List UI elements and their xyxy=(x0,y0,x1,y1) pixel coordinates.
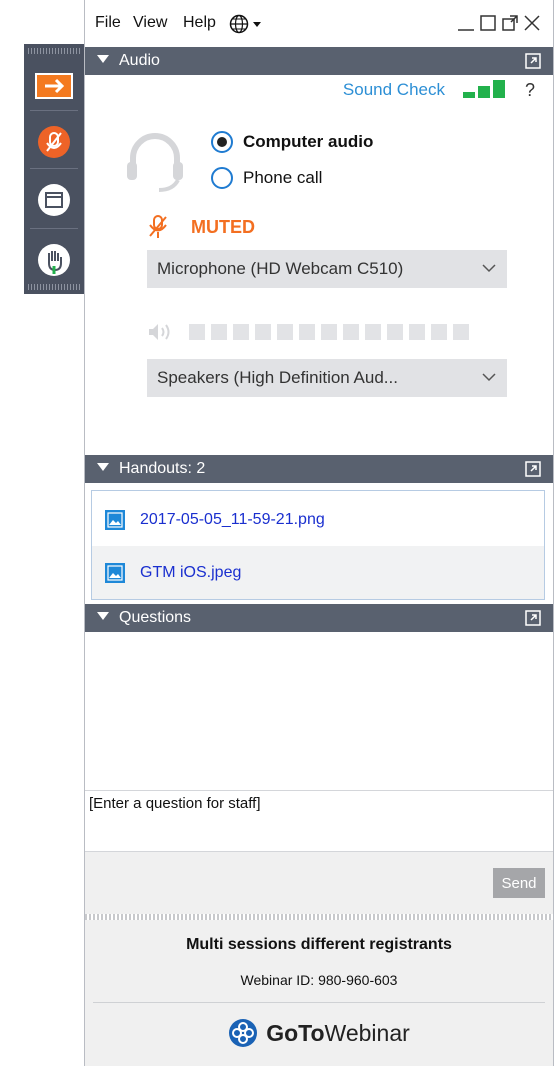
audio-header-title: Audio xyxy=(119,52,160,69)
send-button[interactable]: Send xyxy=(493,868,545,898)
question-input[interactable]: [Enter a question for staff] xyxy=(85,790,553,852)
question-input-placeholder: [Enter a question for staff] xyxy=(89,795,261,812)
phone-call-radio[interactable] xyxy=(211,167,233,189)
speaker-level-meter xyxy=(189,324,475,340)
close-icon xyxy=(524,15,540,31)
screen-view-button[interactable] xyxy=(24,170,84,230)
microphone-selected: Microphone (HD Webcam C510) xyxy=(157,259,404,278)
grab-tab-top-grip[interactable] xyxy=(28,48,80,54)
gotowebinar-logo-icon xyxy=(229,1019,258,1047)
popout-button[interactable] xyxy=(499,12,521,34)
chevron-down-icon xyxy=(482,264,496,273)
microphone-dropdown[interactable]: Microphone (HD Webcam C510) xyxy=(147,250,507,288)
image-file-icon xyxy=(105,562,125,583)
image-file-icon xyxy=(105,509,125,530)
computer-audio-label: Computer audio xyxy=(243,132,374,151)
close-button[interactable] xyxy=(521,12,543,34)
grab-tab-bottom-grip[interactable] xyxy=(28,284,80,290)
computer-audio-radio[interactable] xyxy=(211,131,233,153)
muted-label: MUTED xyxy=(191,216,255,237)
screen-icon xyxy=(38,184,70,216)
questions-header-title: Questions xyxy=(119,609,192,626)
sound-check-link[interactable]: Sound Check xyxy=(343,80,445,100)
section-popout-icon[interactable] xyxy=(525,461,541,477)
menu-bar: File View Help xyxy=(85,0,553,46)
maximize-icon xyxy=(480,15,496,31)
webinar-id: Webinar ID: 980-960-603 xyxy=(240,972,398,988)
menu-view[interactable]: View xyxy=(133,14,167,32)
phone-call-label: Phone call xyxy=(243,168,323,187)
audio-section-header[interactable]: Audio xyxy=(85,47,553,75)
webinar-footer: Multi sessions different registrants Web… xyxy=(85,920,553,1066)
logo-text-light: Webinar xyxy=(324,1019,410,1046)
questions-section-header[interactable]: Questions xyxy=(85,604,553,632)
send-area: Send xyxy=(85,852,553,914)
gotowebinar-logo: GoTo Webinar xyxy=(85,1018,553,1048)
section-popout-icon[interactable] xyxy=(525,610,541,626)
microphone-muted-icon xyxy=(38,126,70,158)
language-menu-button[interactable] xyxy=(229,13,267,40)
expand-arrow-icon xyxy=(35,73,73,99)
minimize-button[interactable] xyxy=(455,12,477,34)
maximize-button[interactable] xyxy=(477,12,499,34)
handout-item[interactable]: 2017-05-05_11-59-21.png xyxy=(92,493,544,546)
logo-text-bold: GoTo xyxy=(266,1019,325,1046)
raise-hand-icon xyxy=(38,244,70,276)
section-popout-icon[interactable] xyxy=(525,53,541,69)
muted-indicator: MUTED xyxy=(147,214,255,240)
control-panel: File View Help Audio Sound Check ? Compu… xyxy=(84,0,554,1066)
microphone-muted-icon xyxy=(149,215,167,238)
speaker-icon xyxy=(149,324,170,340)
computer-audio-option[interactable]: Computer audio xyxy=(211,131,373,153)
raise-hand-button[interactable] xyxy=(24,230,84,290)
handouts-list: 2017-05-05_11-59-21.png GTM iOS.jpeg xyxy=(91,490,545,600)
globe-icon xyxy=(229,14,261,34)
minimize-icon xyxy=(458,29,474,31)
headset-icon xyxy=(127,133,183,192)
speaker-dropdown[interactable]: Speakers (High Definition Aud... xyxy=(147,359,507,397)
handouts-header-title: Handouts: 2 xyxy=(119,460,206,477)
expand-panel-button[interactable] xyxy=(24,56,84,116)
chevron-down-icon xyxy=(482,373,496,382)
mute-toggle-button[interactable] xyxy=(24,112,84,172)
questions-log xyxy=(85,633,553,788)
popout-icon xyxy=(502,15,518,31)
control-grab-tab xyxy=(24,44,84,294)
collapse-triangle-icon[interactable] xyxy=(97,463,109,471)
signal-strength-icon xyxy=(463,80,505,98)
handout-file-link[interactable]: GTM iOS.jpeg xyxy=(140,564,241,582)
webinar-title: Multi sessions different registrants xyxy=(186,936,452,953)
phone-call-option[interactable]: Phone call xyxy=(211,167,322,189)
menu-file[interactable]: File xyxy=(95,14,121,32)
handout-item[interactable]: GTM iOS.jpeg xyxy=(92,546,544,599)
handouts-section-header[interactable]: Handouts: 2 xyxy=(85,455,553,483)
menu-help[interactable]: Help xyxy=(183,14,216,32)
collapse-triangle-icon[interactable] xyxy=(97,612,109,620)
handout-file-link[interactable]: 2017-05-05_11-59-21.png xyxy=(140,511,325,529)
help-button[interactable]: ? xyxy=(525,80,535,101)
collapse-triangle-icon[interactable] xyxy=(97,55,109,63)
speaker-level-row xyxy=(147,322,475,342)
speaker-selected: Speakers (High Definition Aud... xyxy=(157,368,398,387)
